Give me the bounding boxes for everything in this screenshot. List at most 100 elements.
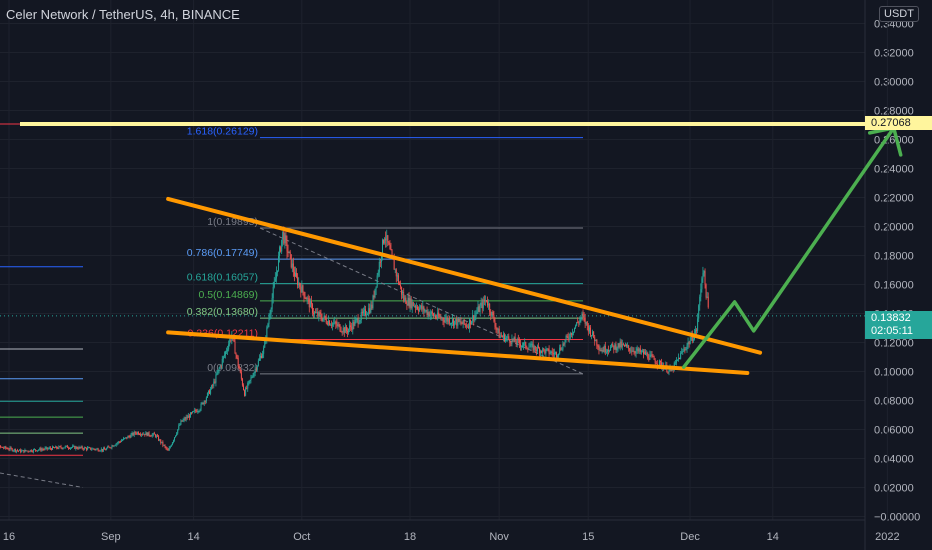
candle-body <box>627 345 629 347</box>
candle-body <box>576 322 578 326</box>
candle-body <box>154 434 156 437</box>
candle-body <box>169 446 171 448</box>
candle-body <box>343 327 345 333</box>
candle-body <box>447 319 449 322</box>
candle-body <box>144 433 146 436</box>
candle-body <box>143 433 145 435</box>
candle-body <box>680 353 682 360</box>
candle-body <box>375 286 377 289</box>
candle-body <box>29 450 31 452</box>
candle-body <box>501 336 503 337</box>
candle-body <box>106 448 108 450</box>
candle-body <box>9 447 11 450</box>
candle-body <box>701 278 703 290</box>
candle-body <box>10 447 12 449</box>
candle-body <box>337 324 339 326</box>
candle-body <box>153 433 155 435</box>
candle-body <box>158 436 160 441</box>
candle-body <box>166 448 168 450</box>
candle-body <box>110 447 112 449</box>
candle-body <box>326 322 328 325</box>
candle-body <box>535 349 537 351</box>
candle-body <box>155 435 157 437</box>
candle-body <box>482 299 484 309</box>
candle-body <box>415 306 417 308</box>
candle-body <box>315 312 317 314</box>
candle-body <box>519 343 521 347</box>
candle-body <box>448 319 450 324</box>
candle-body <box>50 448 52 450</box>
candle-body <box>700 289 702 297</box>
candle-body <box>631 350 633 352</box>
candle-body <box>643 350 645 355</box>
candle-body <box>684 348 686 350</box>
candle-body <box>515 342 517 344</box>
candle-body <box>292 263 294 272</box>
candle-body <box>491 311 493 316</box>
candle-body <box>111 445 113 448</box>
candle-body <box>566 335 568 337</box>
candle-body <box>94 449 96 450</box>
candle-body <box>174 437 176 441</box>
candle-body <box>227 349 229 351</box>
candle-body <box>413 306 415 307</box>
candle-body <box>393 259 395 270</box>
candle-body <box>450 323 452 324</box>
candle-body <box>697 318 699 331</box>
candle-body <box>362 310 364 314</box>
candle-body <box>374 288 376 298</box>
candle-body <box>556 352 558 358</box>
candle-body <box>257 360 259 366</box>
candle-body <box>249 379 251 381</box>
candle-body <box>165 446 167 449</box>
candle-body <box>388 242 390 245</box>
candle-body <box>563 343 565 345</box>
candle-body <box>452 319 454 324</box>
candle-body <box>304 297 306 299</box>
candle-body <box>619 341 621 348</box>
candle-body <box>387 235 389 243</box>
candle-body <box>419 307 421 311</box>
candle-body <box>258 358 260 361</box>
candle-body <box>247 383 249 389</box>
candle-body <box>668 369 670 373</box>
x-tick-label: 18 <box>404 531 416 543</box>
candle-body <box>213 381 215 386</box>
candle-body <box>689 340 691 344</box>
candle-body <box>558 353 560 356</box>
candle-body <box>554 352 556 354</box>
candle-body <box>30 450 32 452</box>
candle-body <box>595 339 597 342</box>
candle-body <box>545 349 547 354</box>
candle-body <box>52 446 54 450</box>
candle-body <box>559 347 561 354</box>
currency-badge[interactable]: USDT <box>879 6 919 22</box>
price-chart[interactable]: −0.00000 0.02000 0.04000 0.06000 0.08000 0.10… <box>0 0 932 550</box>
candle-body <box>42 449 44 451</box>
candle-body <box>203 400 205 405</box>
candle-body <box>254 368 256 373</box>
candle-body <box>426 310 428 316</box>
candle-body <box>82 448 84 450</box>
candle-body <box>73 446 75 447</box>
candle-body <box>636 348 638 351</box>
candle-body <box>269 314 271 318</box>
candle-body <box>290 254 292 268</box>
candle-body <box>436 317 438 319</box>
candle-body <box>76 446 78 449</box>
candle-body <box>445 317 447 320</box>
candle-body <box>308 298 310 308</box>
candle-body <box>358 322 360 324</box>
candle-body <box>18 450 20 452</box>
candle-body <box>149 435 151 437</box>
candle-body <box>235 353 237 356</box>
candle-body <box>476 311 478 314</box>
candle-body <box>78 446 80 449</box>
candle-body <box>92 448 94 450</box>
candle-body <box>4 446 6 449</box>
candle-body <box>379 261 381 263</box>
candle-body <box>16 450 18 452</box>
candle-body <box>65 445 67 447</box>
candle-body <box>592 331 594 336</box>
candle-body <box>481 302 483 309</box>
